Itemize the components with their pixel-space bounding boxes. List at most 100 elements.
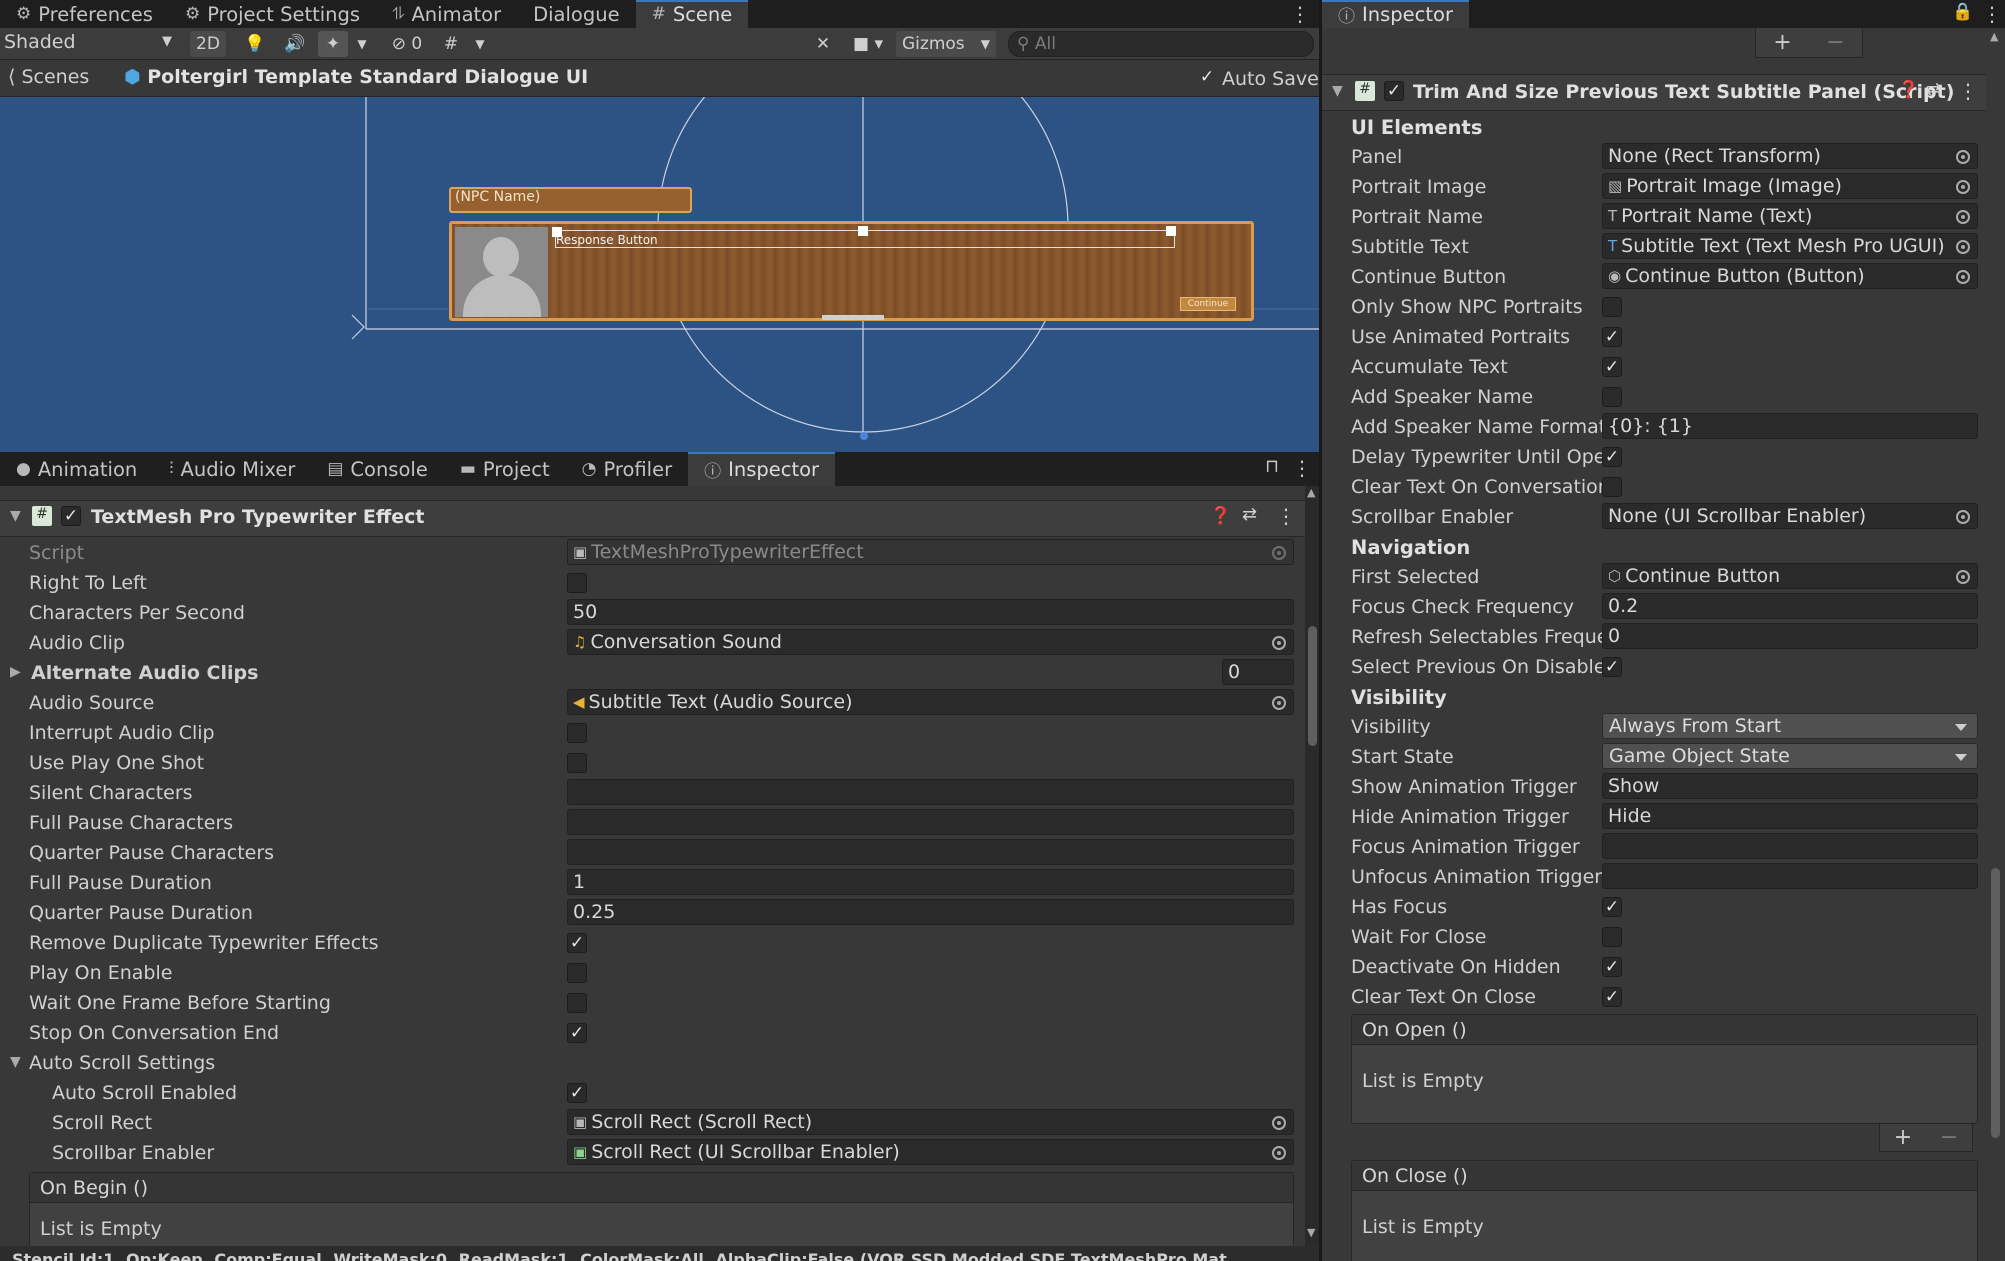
more-options-icon[interactable]: ⋮ (1290, 2, 1310, 26)
full-pause-dur-input[interactable]: 1 (567, 869, 1294, 895)
tab-audio-mixer[interactable]: ⫶ Audio Mixer (153, 452, 311, 486)
tab-animator[interactable]: ⥮ Animator (376, 0, 517, 28)
object-picker-icon[interactable] (1956, 180, 1970, 194)
scene-viewport[interactable]: (NPC Name) Response Button Continue (0, 97, 1319, 452)
object-picker-icon[interactable] (1956, 510, 1970, 524)
auto-save-checkbox[interactable]: ✓ (1197, 68, 1217, 88)
object-picker-icon[interactable] (1272, 696, 1286, 710)
scene-search-input[interactable]: ⚲ All (1008, 31, 1314, 57)
tab-inspector[interactable]: ⓘ Inspector (688, 452, 836, 486)
hidden-objects-toggle[interactable]: ⊘ 0 (384, 31, 430, 57)
add-item-button[interactable]: + − (1755, 28, 1863, 58)
handle[interactable] (552, 227, 562, 237)
toggle-2d-button[interactable]: 2D (190, 31, 226, 57)
component-enabled-checkbox[interactable]: ✓ (61, 506, 81, 526)
prefab-breadcrumb[interactable]: ⬢ Poltergirl Template Standard Dialogue … (124, 66, 588, 88)
audio-source-field[interactable]: ◀ Subtitle Text (Audio Source) (567, 689, 1294, 715)
right-inspector-scrollbar[interactable]: ▲ (1986, 28, 2005, 1261)
tab-inspector-right[interactable]: ⓘ Inspector (1322, 0, 1469, 28)
unfocus-trigger-input[interactable] (1602, 863, 1978, 889)
object-picker-icon[interactable] (1956, 240, 1970, 254)
panel-field[interactable]: None (Rect Transform) (1602, 143, 1978, 169)
scenes-back-button[interactable]: ⟨ Scenes (8, 66, 89, 88)
foldout-arrow-icon[interactable]: ▶ (10, 664, 21, 680)
subtitle-text-field[interactable]: T Subtitle Text (Text Mesh Pro UGUI) (1602, 233, 1978, 259)
tab-console[interactable]: ▤ Console (311, 452, 443, 486)
lock-icon[interactable]: ⊓ (1265, 456, 1279, 477)
audio-icon[interactable]: 🔊 (280, 31, 310, 57)
tab-animation[interactable]: ● Animation (0, 452, 153, 486)
start-state-dropdown[interactable]: Game Object State (1602, 743, 1978, 769)
clear-on-conv-checkbox[interactable] (1602, 477, 1622, 497)
object-picker-icon[interactable] (1272, 636, 1286, 650)
add-speaker-checkbox[interactable] (1602, 387, 1622, 407)
tab-scene[interactable]: # Scene (635, 0, 749, 28)
portrait-name-field[interactable]: T Portrait Name (Text) (1602, 203, 1978, 229)
camera-icon[interactable]: ■ ▾ (846, 31, 890, 57)
hide-trigger-input[interactable]: Hide (1602, 803, 1978, 829)
left-inspector-scrollbar[interactable]: ▲ ▼ (1305, 486, 1319, 1246)
delay-typewriter-checkbox[interactable]: ✓ (1602, 447, 1622, 467)
deactivate-checkbox[interactable]: ✓ (1602, 957, 1622, 977)
play-one-shot-checkbox[interactable] (567, 753, 587, 773)
auto-scroll-enabled-checkbox[interactable]: ✓ (567, 1083, 587, 1103)
play-on-enable-checkbox[interactable] (567, 963, 587, 983)
visibility-dropdown[interactable]: Always From Start (1602, 713, 1978, 739)
first-selected-field[interactable]: ⬡ Continue Button (1602, 563, 1978, 589)
object-picker-icon[interactable] (1956, 270, 1970, 284)
quarter-pause-dur-input[interactable]: 0.25 (567, 899, 1294, 925)
tab-preferences[interactable]: ⚙ Preferences (0, 0, 169, 28)
has-focus-checkbox[interactable]: ✓ (1602, 897, 1622, 917)
effects-dropdown-icon[interactable]: ▼ (352, 31, 372, 57)
tab-profiler[interactable]: ◔ Profiler (566, 452, 689, 486)
use-animated-checkbox[interactable]: ✓ (1602, 327, 1622, 347)
refresh-input[interactable]: 0 (1602, 623, 1978, 649)
focus-check-input[interactable]: 0.2 (1602, 593, 1978, 619)
context-menu-icon[interactable]: ⋮ (1958, 79, 1978, 103)
only-npc-checkbox[interactable] (1602, 297, 1622, 317)
grid-snap-icon[interactable]: # (436, 31, 466, 57)
context-menu-icon[interactable]: ⋮ (1276, 504, 1296, 528)
scrollbar-enabler-field[interactable]: ▣ Scroll Rect (UI Scrollbar Enabler) (567, 1139, 1294, 1165)
accumulate-checkbox[interactable]: ✓ (1602, 357, 1622, 377)
on-open-add-remove[interactable]: + − (1879, 1124, 1973, 1152)
help-icon[interactable]: ❓ (1210, 506, 1231, 526)
audio-clip-field[interactable]: ♫ Conversation Sound (567, 629, 1294, 655)
full-pause-chars-input[interactable] (567, 809, 1294, 835)
preset-icon[interactable]: ⇄ (1926, 79, 1941, 100)
alt-clips-count-input[interactable]: 0 (1222, 659, 1294, 685)
scroll-up-icon[interactable]: ▲ (1307, 486, 1315, 499)
pivot-handle[interactable] (860, 432, 868, 440)
scroll-down-icon[interactable]: ▼ (1307, 1226, 1315, 1239)
clear-close-checkbox[interactable]: ✓ (1602, 987, 1622, 1007)
wait-close-checkbox[interactable] (1602, 927, 1622, 947)
lock-icon[interactable]: 🔒 (1952, 2, 1973, 22)
stop-on-end-checkbox[interactable]: ✓ (567, 1023, 587, 1043)
portrait-image-field[interactable]: ▧ Portrait Image (Image) (1602, 173, 1978, 199)
effects-icon[interactable]: ✦ (318, 31, 348, 57)
preset-icon[interactable]: ⇄ (1242, 504, 1257, 525)
scroll-rect-field[interactable]: ▣ Scroll Rect (Scroll Rect) (567, 1109, 1294, 1135)
foldout-arrow-icon[interactable]: ▼ (10, 1054, 21, 1070)
foldout-arrow-icon[interactable]: ▼ (10, 508, 21, 524)
remove-dup-checkbox[interactable]: ✓ (567, 933, 587, 953)
wait-one-frame-checkbox[interactable] (567, 993, 587, 1013)
right-to-left-checkbox[interactable] (567, 573, 587, 593)
cps-input[interactable]: 50 (567, 599, 1294, 625)
more-options-icon[interactable]: ⋮ (1292, 456, 1312, 480)
interrupt-checkbox[interactable] (567, 723, 587, 743)
gizmos-button[interactable]: Gizmos ▼ (896, 31, 996, 57)
handle[interactable] (858, 226, 868, 236)
scrollbar-enabler-field[interactable]: None (UI Scrollbar Enabler) (1602, 503, 1978, 529)
show-trigger-input[interactable]: Show (1602, 773, 1978, 799)
tab-project-settings[interactable]: ⚙ Project Settings (169, 0, 376, 28)
foldout-arrow-icon[interactable]: ▼ (1332, 83, 1343, 99)
object-picker-icon[interactable] (1272, 1146, 1286, 1160)
continue-button-field[interactable]: ◉ Continue Button (Button) (1602, 263, 1978, 289)
tab-dialogue[interactable]: Dialogue (517, 0, 635, 28)
scrollbar-thumb[interactable] (1991, 868, 2000, 1138)
object-picker-icon[interactable] (1272, 1116, 1286, 1130)
select-prev-checkbox[interactable]: ✓ (1602, 657, 1622, 677)
focus-trigger-input[interactable] (1602, 833, 1978, 859)
help-icon[interactable]: ❓ (1898, 80, 1919, 100)
